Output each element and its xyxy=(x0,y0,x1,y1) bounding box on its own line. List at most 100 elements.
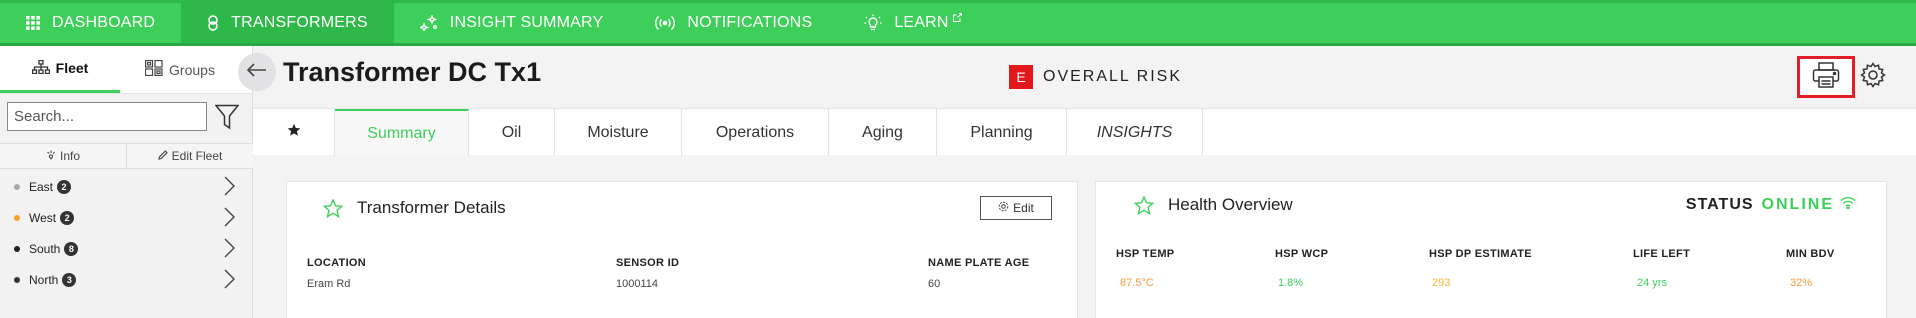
metric-min-bdv: MIN BDV 32% xyxy=(1786,248,1835,289)
back-button[interactable] xyxy=(238,53,276,91)
star-outline-icon[interactable] xyxy=(1134,195,1154,215)
metric-label: LIFE LEFT xyxy=(1633,248,1691,260)
edit-button-label: Edit xyxy=(1013,201,1034,215)
info-toolbar: Info Edit Fleet xyxy=(0,143,253,169)
status-dot xyxy=(14,276,20,283)
card-header: Health Overview xyxy=(1134,195,1293,215)
status-dot xyxy=(14,214,20,221)
page-title: Transformer DC Tx1 xyxy=(283,57,542,87)
region-list: East 2 West 2 South 8 North 3 xyxy=(0,171,253,295)
tab-summary[interactable]: Summary xyxy=(335,109,469,156)
field-sensor-id: SENSOR ID 1000114 xyxy=(616,257,679,290)
sidebar-tabs: Fleet Groups xyxy=(0,46,252,94)
nav-dashboard[interactable]: DASHBOARD xyxy=(0,3,181,43)
status-value: ONLINE xyxy=(1761,196,1834,213)
field-label: NAME PLATE AGE xyxy=(928,257,1030,269)
info-button[interactable]: Info xyxy=(0,144,126,168)
chevron-right-icon[interactable] xyxy=(223,238,235,258)
transformer-icon xyxy=(207,14,219,32)
tab-favorite[interactable] xyxy=(253,109,335,156)
metric-label: HSP DP ESTIMATE xyxy=(1429,248,1532,260)
gear-icon xyxy=(1860,62,1886,93)
metric-hsp-temp: HSP TEMP 87.5°C xyxy=(1116,248,1174,289)
metric-value: 32% xyxy=(1790,277,1813,289)
tab-operations[interactable]: Operations xyxy=(682,109,829,156)
metric-label: HSP WCP xyxy=(1275,248,1329,260)
nav-dashboard-label: DASHBOARD xyxy=(52,14,156,31)
tab-aging[interactable]: Aging xyxy=(829,109,937,156)
region-item-west[interactable]: West 2 xyxy=(0,202,253,233)
nav-transformers[interactable]: TRANSFORMERS xyxy=(181,3,394,43)
tab-bar: Summary Oil Moisture Operations Aging Pl… xyxy=(253,108,1916,156)
region-name: North xyxy=(29,272,59,287)
info-button-label: Info xyxy=(59,149,80,163)
info-icon xyxy=(46,149,56,163)
field-value: 1000114 xyxy=(616,278,659,290)
pencil-icon xyxy=(157,149,168,163)
region-name: South xyxy=(29,241,61,256)
metric-label: MIN BDV xyxy=(1786,248,1835,260)
tab-moisture[interactable]: Moisture xyxy=(555,109,682,156)
field-value: Eram Rd xyxy=(307,278,351,290)
region-item-south[interactable]: South 8 xyxy=(0,233,253,264)
card-header: Transformer Details xyxy=(323,198,506,218)
field-name-plate-age: NAME PLATE AGE 60 xyxy=(928,257,1029,290)
tab-groups[interactable]: Groups xyxy=(120,46,240,93)
health-overview-card: Health Overview STATUS ONLINE HSP TEMP 8… xyxy=(1095,181,1887,318)
tab-fleet-label: Fleet xyxy=(55,60,89,76)
nav-transformers-label: TRANSFORMERS xyxy=(231,14,368,31)
chevron-right-icon[interactable] xyxy=(223,269,235,289)
lightbulb-icon xyxy=(864,14,882,32)
overall-risk: E OVERALL RISK xyxy=(1009,65,1182,89)
region-count-badge: 2 xyxy=(60,210,75,225)
star-outline-icon[interactable] xyxy=(323,198,343,218)
chevron-right-icon[interactable] xyxy=(223,207,235,227)
connection-status: STATUS ONLINE xyxy=(1686,196,1856,214)
tab-planning[interactable]: Planning xyxy=(937,109,1067,156)
nav-learn[interactable]: LEARN xyxy=(838,3,987,43)
star-filled-icon xyxy=(287,123,301,142)
status-dot xyxy=(14,245,20,252)
grid-icon xyxy=(26,16,40,30)
print-button[interactable] xyxy=(1797,56,1855,98)
filter-icon[interactable] xyxy=(215,104,239,130)
metric-value: 293 xyxy=(1432,277,1451,289)
region-item-north[interactable]: North 3 xyxy=(0,264,253,295)
metric-value: 24 yrs xyxy=(1637,277,1667,289)
settings-button[interactable] xyxy=(1860,62,1886,93)
hierarchy-icon xyxy=(31,59,50,77)
edit-details-button[interactable]: Edit xyxy=(980,196,1052,220)
field-label: LOCATION xyxy=(307,257,367,269)
external-link-icon xyxy=(952,12,962,22)
tab-groups-label: Groups xyxy=(169,61,215,78)
edit-fleet-label: Edit Fleet xyxy=(171,149,223,163)
nav-insight-summary[interactable]: INSIGHT SUMMARY xyxy=(394,3,630,43)
field-label: SENSOR ID xyxy=(616,257,680,269)
transformer-details-card: Transformer Details Edit LOCATION Eram R… xyxy=(286,181,1078,318)
tab-oil[interactable]: Oil xyxy=(469,109,555,156)
nav-notifications[interactable]: NOTIFICATIONS xyxy=(629,3,838,43)
search-row xyxy=(7,102,239,131)
tab-fleet[interactable]: Fleet xyxy=(0,46,120,93)
region-count-badge: 3 xyxy=(62,272,77,287)
nav-learn-label: LEARN xyxy=(894,14,949,31)
search-input[interactable] xyxy=(7,102,207,131)
wifi-icon xyxy=(1840,196,1856,214)
metric-value: 87.5°C xyxy=(1120,277,1154,289)
edit-fleet-button[interactable]: Edit Fleet xyxy=(126,144,253,168)
nav-insight-summary-label: INSIGHT SUMMARY xyxy=(449,14,604,31)
metric-label: HSP TEMP xyxy=(1116,248,1175,260)
card-title: Health Overview xyxy=(1168,195,1293,214)
risk-label: OVERALL RISK xyxy=(1043,68,1183,85)
region-count-badge: 2 xyxy=(57,179,72,194)
region-name: West xyxy=(29,210,57,225)
tab-insights[interactable]: INSIGHTS xyxy=(1067,109,1203,156)
region-item-east[interactable]: East 2 xyxy=(0,171,253,202)
field-location: LOCATION Eram Rd xyxy=(307,257,366,290)
sparkle-icon xyxy=(419,15,438,31)
chevron-right-icon[interactable] xyxy=(223,176,235,196)
metric-value: 1.8% xyxy=(1278,277,1304,289)
metric-hsp-wcp: HSP WCP 1.8% xyxy=(1275,248,1328,289)
sidebar: Fleet Groups Info Edit Fleet xyxy=(0,46,253,318)
arrow-left-icon xyxy=(246,62,267,82)
